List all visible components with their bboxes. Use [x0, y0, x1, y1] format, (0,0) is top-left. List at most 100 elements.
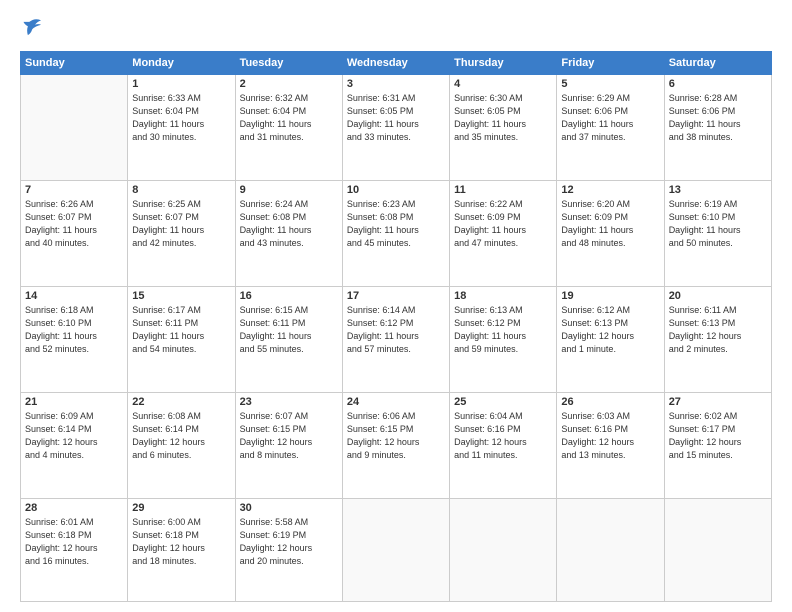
day-info: Sunrise: 6:23 AM Sunset: 6:08 PM Dayligh… [347, 198, 445, 250]
calendar-cell: 17 Sunrise: 6:14 AM Sunset: 6:12 PM Dayli… [342, 286, 449, 392]
calendar-header-tuesday: Tuesday [235, 52, 342, 75]
day-number: 5 [561, 78, 659, 90]
calendar-header-row: SundayMondayTuesdayWednesdayThursdayFrid… [21, 52, 772, 75]
calendar-cell: 20 Sunrise: 6:11 AM Sunset: 6:13 PM Dayli… [664, 286, 771, 392]
day-info: Sunrise: 6:29 AM Sunset: 6:06 PM Dayligh… [561, 92, 659, 144]
calendar-cell: 21 Sunrise: 6:09 AM Sunset: 6:14 PM Dayli… [21, 392, 128, 498]
calendar-cell [21, 75, 128, 181]
day-number: 20 [669, 290, 767, 302]
day-number: 27 [669, 396, 767, 408]
day-info: Sunrise: 6:11 AM Sunset: 6:13 PM Dayligh… [669, 304, 767, 356]
day-info: Sunrise: 6:04 AM Sunset: 6:16 PM Dayligh… [454, 410, 552, 462]
day-number: 26 [561, 396, 659, 408]
day-number: 4 [454, 78, 552, 90]
day-number: 14 [25, 290, 123, 302]
calendar-cell [450, 498, 557, 601]
day-info: Sunrise: 6:20 AM Sunset: 6:09 PM Dayligh… [561, 198, 659, 250]
calendar-cell: 14 Sunrise: 6:18 AM Sunset: 6:10 PM Dayli… [21, 286, 128, 392]
day-number: 24 [347, 396, 445, 408]
calendar-header-sunday: Sunday [21, 52, 128, 75]
day-number: 21 [25, 396, 123, 408]
calendar-week-row: 28Sunrise: 6:01 AM Sunset: 6:18 PM Dayli… [21, 498, 772, 601]
calendar-cell [664, 498, 771, 601]
calendar-cell: 15 Sunrise: 6:17 AM Sunset: 6:11 PM Dayli… [128, 286, 235, 392]
calendar-header-saturday: Saturday [664, 52, 771, 75]
day-number: 8 [132, 184, 230, 196]
day-info: Sunrise: 6:26 AM Sunset: 6:07 PM Dayligh… [25, 198, 123, 250]
day-number: 17 [347, 290, 445, 302]
calendar-cell: 30 Sunrise: 5:58 AM Sunset: 6:19 PM Dayli… [235, 498, 342, 601]
calendar-cell: 5 Sunrise: 6:29 AM Sunset: 6:06 PM Daylig… [557, 75, 664, 181]
day-info: Sunrise: 6:14 AM Sunset: 6:12 PM Dayligh… [347, 304, 445, 356]
day-number: 13 [669, 184, 767, 196]
day-info: Sunrise: 6:08 AM Sunset: 6:14 PM Dayligh… [132, 410, 230, 462]
day-info: Sunrise: 6:32 AM Sunset: 6:04 PM Dayligh… [240, 92, 338, 144]
page: SundayMondayTuesdayWednesdayThursdayFrid… [0, 0, 792, 612]
calendar-cell: 27 Sunrise: 6:02 AM Sunset: 6:17 PM Dayli… [664, 392, 771, 498]
logo [20, 18, 44, 43]
day-info: Sunrise: 6:00 AM Sunset: 6:18 PM Dayligh… [132, 516, 230, 568]
day-number: 3 [347, 78, 445, 90]
day-number: 16 [240, 290, 338, 302]
day-number: 28 [25, 502, 123, 514]
day-info: Sunrise: 6:09 AM Sunset: 6:14 PM Dayligh… [25, 410, 123, 462]
calendar-cell: 16 Sunrise: 6:15 AM Sunset: 6:11 PM Dayli… [235, 286, 342, 392]
day-number: 9 [240, 184, 338, 196]
day-info: Sunrise: 6:30 AM Sunset: 6:05 PM Dayligh… [454, 92, 552, 144]
day-info: Sunrise: 6:02 AM Sunset: 6:17 PM Dayligh… [669, 410, 767, 462]
calendar-cell: 9 Sunrise: 6:24 AM Sunset: 6:08 PM Daylig… [235, 180, 342, 286]
day-info: Sunrise: 6:12 AM Sunset: 6:13 PM Dayligh… [561, 304, 659, 356]
calendar-cell: 1 Sunrise: 6:33 AM Sunset: 6:04 PM Daylig… [128, 75, 235, 181]
day-info: Sunrise: 6:15 AM Sunset: 6:11 PM Dayligh… [240, 304, 338, 356]
calendar-cell: 22 Sunrise: 6:08 AM Sunset: 6:14 PM Dayli… [128, 392, 235, 498]
day-number: 1 [132, 78, 230, 90]
calendar-header-thursday: Thursday [450, 52, 557, 75]
day-info: Sunrise: 5:58 AM Sunset: 6:19 PM Dayligh… [240, 516, 338, 568]
calendar-cell: 6 Sunrise: 6:28 AM Sunset: 6:06 PM Daylig… [664, 75, 771, 181]
calendar-cell: 12 Sunrise: 6:20 AM Sunset: 6:09 PM Dayli… [557, 180, 664, 286]
calendar-cell: 26 Sunrise: 6:03 AM Sunset: 6:16 PM Dayli… [557, 392, 664, 498]
calendar-week-row: 7 Sunrise: 6:26 AM Sunset: 6:07 PM Daylig… [21, 180, 772, 286]
day-info: Sunrise: 6:28 AM Sunset: 6:06 PM Dayligh… [669, 92, 767, 144]
day-number: 10 [347, 184, 445, 196]
day-number: 7 [25, 184, 123, 196]
day-info: Sunrise: 6:13 AM Sunset: 6:12 PM Dayligh… [454, 304, 552, 356]
calendar-cell: 18 Sunrise: 6:13 AM Sunset: 6:12 PM Dayli… [450, 286, 557, 392]
calendar-cell: 8 Sunrise: 6:25 AM Sunset: 6:07 PM Daylig… [128, 180, 235, 286]
day-info: Sunrise: 6:33 AM Sunset: 6:04 PM Dayligh… [132, 92, 230, 144]
day-number: 2 [240, 78, 338, 90]
calendar: SundayMondayTuesdayWednesdayThursdayFrid… [20, 51, 772, 602]
calendar-week-row: 21 Sunrise: 6:09 AM Sunset: 6:14 PM Dayli… [21, 392, 772, 498]
calendar-header-friday: Friday [557, 52, 664, 75]
day-number: 18 [454, 290, 552, 302]
day-info: Sunrise: 6:17 AM Sunset: 6:11 PM Dayligh… [132, 304, 230, 356]
day-info: Sunrise: 6:24 AM Sunset: 6:08 PM Dayligh… [240, 198, 338, 250]
day-number: 29 [132, 502, 230, 514]
day-number: 30 [240, 502, 338, 514]
calendar-cell: 4 Sunrise: 6:30 AM Sunset: 6:05 PM Daylig… [450, 75, 557, 181]
calendar-cell: 28Sunrise: 6:01 AM Sunset: 6:18 PM Dayli… [21, 498, 128, 601]
calendar-cell: 29 Sunrise: 6:00 AM Sunset: 6:18 PM Dayli… [128, 498, 235, 601]
logo-bird-icon [22, 16, 44, 38]
day-number: 19 [561, 290, 659, 302]
day-info: Sunrise: 6:31 AM Sunset: 6:05 PM Dayligh… [347, 92, 445, 144]
day-info: Sunrise: 6:18 AM Sunset: 6:10 PM Dayligh… [25, 304, 123, 356]
calendar-cell: 11 Sunrise: 6:22 AM Sunset: 6:09 PM Dayli… [450, 180, 557, 286]
calendar-cell: 7 Sunrise: 6:26 AM Sunset: 6:07 PM Daylig… [21, 180, 128, 286]
day-info: Sunrise: 6:19 AM Sunset: 6:10 PM Dayligh… [669, 198, 767, 250]
day-number: 6 [669, 78, 767, 90]
calendar-cell: 25Sunrise: 6:04 AM Sunset: 6:16 PM Dayli… [450, 392, 557, 498]
calendar-header-monday: Monday [128, 52, 235, 75]
day-info: Sunrise: 6:22 AM Sunset: 6:09 PM Dayligh… [454, 198, 552, 250]
calendar-cell: 3 Sunrise: 6:31 AM Sunset: 6:05 PM Daylig… [342, 75, 449, 181]
day-number: 11 [454, 184, 552, 196]
day-info: Sunrise: 6:03 AM Sunset: 6:16 PM Dayligh… [561, 410, 659, 462]
day-number: 22 [132, 396, 230, 408]
calendar-week-row: 14 Sunrise: 6:18 AM Sunset: 6:10 PM Dayli… [21, 286, 772, 392]
day-info: Sunrise: 6:25 AM Sunset: 6:07 PM Dayligh… [132, 198, 230, 250]
day-number: 15 [132, 290, 230, 302]
day-number: 12 [561, 184, 659, 196]
calendar-cell: 2 Sunrise: 6:32 AM Sunset: 6:04 PM Daylig… [235, 75, 342, 181]
header [20, 18, 772, 43]
calendar-cell: 23Sunrise: 6:07 AM Sunset: 6:15 PM Dayli… [235, 392, 342, 498]
